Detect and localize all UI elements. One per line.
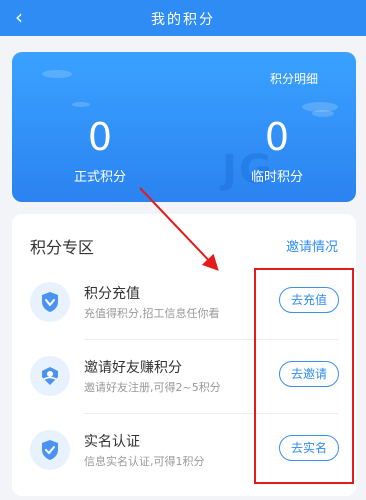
- item-name: 邀请好友赚积分: [84, 360, 182, 376]
- page-title: 我的积分: [151, 12, 215, 28]
- verify-button[interactable]: 去实名: [279, 435, 339, 461]
- temporary-points-stat: 0 临时积分: [217, 118, 337, 185]
- formal-points-value: 0: [87, 115, 113, 159]
- invite-status-link[interactable]: 邀请情况: [286, 236, 338, 255]
- recharge-button[interactable]: 去充值: [279, 287, 339, 313]
- item-desc: 信息实名认证,可得1积分: [84, 455, 205, 468]
- points-summary-card: JG 积分明细 0 正式积分 0 临时积分: [12, 52, 356, 202]
- item-name: 实名认证: [84, 434, 140, 450]
- temporary-points-label: 临时积分: [250, 170, 303, 185]
- item-desc: 充值得积分,招工信息任你看: [84, 307, 220, 320]
- top-bar: ‹ 我的积分: [0, 0, 366, 36]
- list-item-verify: 实名认证 信息实名认证,可得1积分 去实名: [12, 413, 356, 487]
- formal-points-stat: 0 正式积分: [40, 118, 160, 185]
- section-title: 积分专区: [30, 238, 95, 257]
- points-zone-card: 积分专区 邀请情况 积分充值 充值得积分,招工信息任你看 去充值 邀请好友赚积分…: [12, 214, 356, 496]
- formal-points-label: 正式积分: [73, 170, 126, 185]
- invite-button[interactable]: 去邀请: [279, 361, 339, 387]
- item-desc: 邀请好友注册,可得2~5积分: [84, 381, 221, 394]
- invite-icon: [30, 356, 70, 396]
- list-item-recharge: 积分充值 充值得积分,招工信息任你看 去充值: [12, 265, 356, 339]
- verify-shield-icon: [30, 430, 70, 470]
- item-name: 积分充值: [84, 286, 140, 302]
- temporary-points-value: 0: [264, 115, 290, 159]
- recharge-icon: [30, 282, 70, 322]
- points-detail-link[interactable]: 积分明细: [270, 70, 318, 87]
- list-item-invite: 邀请好友赚积分 邀请好友注册,可得2~5积分 去邀请: [12, 339, 356, 413]
